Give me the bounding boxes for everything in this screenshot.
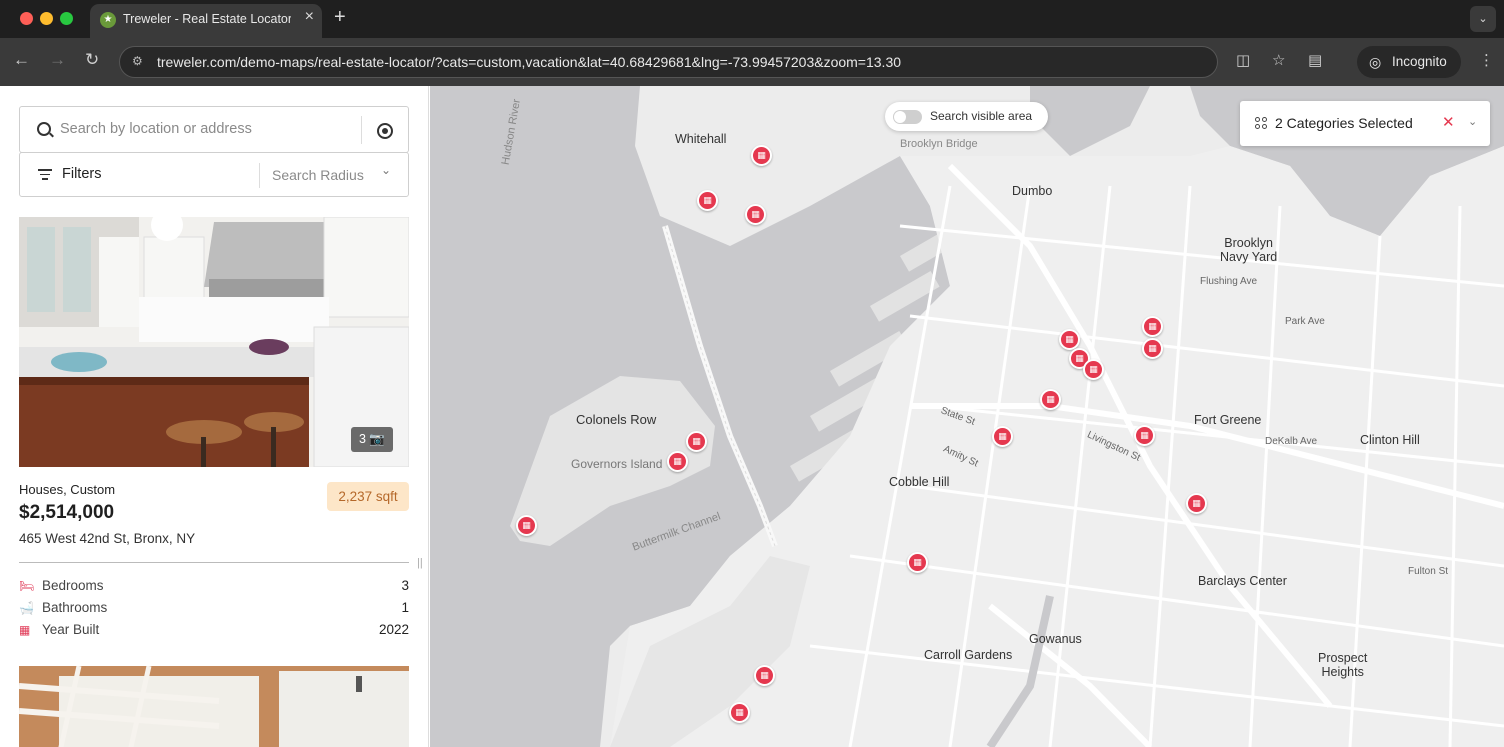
listing-address: 465 West 42nd St, Bronx, NY [19,531,196,546]
chevron-down-icon[interactable]: ⌄ [1468,115,1477,128]
map-canvas[interactable]: Hudson River Whitehall Brooklyn Bridge D… [430,86,1504,747]
browser-menu-icon[interactable]: ⋮ [1479,51,1494,69]
search-radius-select[interactable]: Search Radius [272,167,364,183]
property-pin[interactable]: ▦ [992,426,1013,447]
browser-tab[interactable]: ★ Treweler - Real Estate Locator × [90,4,322,38]
property-pin[interactable]: ▦ [1142,316,1163,337]
map-label-barclays: Barclays Center [1198,574,1287,588]
listings-sidebar: Filters Search Radius ⌄ [0,86,429,747]
map-label-flushing: Flushing Ave [1200,276,1258,287]
sidebar-resize-handle[interactable]: || [417,557,423,569]
property-pin[interactable]: ▦ [1083,359,1104,380]
toggle-switch[interactable] [893,110,922,124]
property-pin[interactable]: ▦ [1134,425,1155,446]
map-label-gowanus: Gowanus [1029,632,1082,646]
filters-button[interactable]: Filters [62,166,101,182]
incognito-label: Incognito [1392,54,1447,69]
bookmark-star-icon[interactable]: ☆ [1272,51,1285,69]
window-close-button[interactable] [20,12,33,25]
location-search-box [19,106,409,153]
reading-list-icon[interactable]: ▤ [1308,51,1322,69]
map-label-dekalb: DeKalb Ave [1265,436,1318,447]
bed-icon: 🛏 [19,579,35,593]
listing-photo-2[interactable] [19,666,409,747]
clear-categories-icon[interactable]: ✕ [1442,113,1455,131]
reload-icon[interactable]: ↻ [85,50,99,70]
map-label-clinton-hill: Clinton Hill [1360,433,1420,447]
map-label-governors-island: Governors Island [571,457,663,471]
map-label-fort-greene: Fort Greene [1194,413,1262,427]
listing-photo[interactable]: 3 📷 [19,217,409,467]
property-pin[interactable]: ▦ [729,702,750,723]
tab-search-chevron-icon[interactable]: ⌄ [1470,6,1496,32]
toggle-label: Search visible area [930,109,1033,123]
browser-toolbar: ← → ↻ ⚙ treweler.com/demo-maps/real-esta… [0,38,1504,86]
camera-icon: 📷 [369,432,385,446]
map-label-carroll-gardens: Carroll Gardens [924,648,1013,662]
categories-select[interactable]: 2 Categories Selected ✕ ⌄ [1240,101,1490,146]
map-label-navy-yard: Brooklyn Navy Yard [1220,236,1278,264]
property-pin[interactable]: ▦ [686,431,707,452]
map-label-whitehall: Whitehall [675,132,727,146]
tab-close-icon[interactable]: × [305,8,314,26]
search-icon [37,122,51,136]
map-label-colonels-row: Colonels Row [576,412,657,427]
map-label-park-ave: Park Ave [1285,316,1325,327]
window-maximize-button[interactable] [60,12,73,25]
property-pin[interactable]: ▦ [751,145,772,166]
favicon-icon: ★ [100,12,116,28]
categories-label: 2 Categories Selected [1275,115,1413,131]
geolocate-icon[interactable] [377,123,393,139]
map-label-fulton: Fulton St [1408,566,1449,577]
incognito-mini-icon[interactable]: ◫ [1236,51,1250,69]
bath-icon: 🛁 [19,601,34,615]
filter-bar: Filters Search Radius ⌄ [19,152,409,197]
back-arrow-icon[interactable]: ← [13,50,30,70]
listing-type: Houses, Custom [19,482,116,497]
listing-price[interactable]: $2,514,000 [19,502,114,524]
map-label-dumbo: Dumbo [1012,184,1053,198]
categories-icon [1255,117,1268,130]
property-pin[interactable]: ▦ [1186,493,1207,514]
interior-photo [19,666,409,747]
search-visible-area-toggle[interactable]: Search visible area [885,102,1048,131]
sqft-badge: 2,237 sqft [327,482,409,511]
property-pin[interactable]: ▦ [745,204,766,225]
spec-bedrooms: 🛏 Bedrooms 3 [19,578,409,593]
map-label-prospect-heights: Prospect Heights [1318,651,1368,679]
url-text: treweler.com/demo-maps/real-estate-locat… [157,54,902,70]
forward-arrow-icon[interactable]: → [49,50,66,70]
map-label-cobble-hill: Cobble Hill [889,475,950,489]
search-input[interactable] [60,121,350,137]
property-pin[interactable]: ▦ [1059,329,1080,350]
property-pin[interactable]: ▦ [1142,338,1163,359]
browser-tab-bar: ★ Treweler - Real Estate Locator × + ⌄ [0,0,1504,38]
incognito-badge[interactable]: ◎ Incognito [1357,46,1461,78]
calendar-icon: ▦ [19,623,31,637]
property-pin[interactable]: ▦ [697,190,718,211]
property-pin[interactable]: ▦ [754,665,775,686]
tab-title: Treweler - Real Estate Locator [123,12,291,26]
map-label-brooklyn-bridge: Brooklyn Bridge [900,138,978,150]
photo-count-badge[interactable]: 3 📷 [350,427,393,452]
site-info-icon[interactable]: ⚙ [132,54,148,70]
new-tab-icon[interactable]: + [334,6,346,29]
filter-icon[interactable] [38,169,52,180]
window-minimize-button[interactable] [40,12,53,25]
property-pin[interactable]: ▦ [516,515,537,536]
spec-year-built: ▦ Year Built 2022 [19,622,409,637]
chevron-down-icon[interactable]: ⌄ [381,163,391,177]
property-pin[interactable]: ▦ [1040,389,1061,410]
property-pin[interactable]: ▦ [907,552,928,573]
address-bar[interactable]: ⚙ treweler.com/demo-maps/real-estate-loc… [119,46,1218,78]
spec-bathrooms: 🛁 Bathrooms 1 [19,600,409,615]
incognito-icon: ◎ [1369,54,1382,70]
property-pin[interactable]: ▦ [667,451,688,472]
